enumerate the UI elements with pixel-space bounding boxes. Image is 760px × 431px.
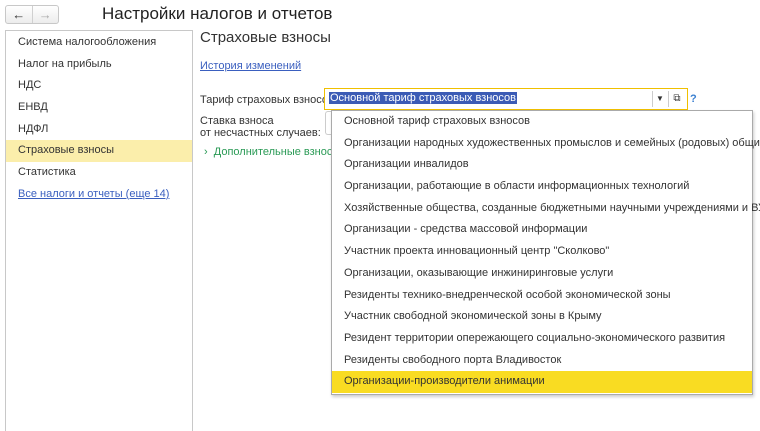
chevron-right-icon: › [204,146,214,158]
sidebar-item-vat[interactable]: НДС [6,75,192,97]
tariff-select[interactable]: Основной тариф страховых взносов ▼ ⧉ [324,88,688,110]
sidebar-item-envd[interactable]: ЕНВД [6,97,192,119]
dropdown-option[interactable]: Организации, оказывающие инжиниринговые … [332,263,752,285]
rate-label-line2: от несчастных случаев: [200,127,321,139]
open-icon[interactable]: ⧉ [668,91,685,107]
sidebar-item-insurance[interactable]: Страховые взносы [6,140,192,163]
rate-label: Ставка взноса от несчастных случаев: [200,115,321,139]
extra-contributions-toggle[interactable]: › Дополнительные взносы [204,146,340,158]
history-link[interactable]: История изменений [200,60,301,72]
forward-button[interactable]: → [31,6,59,23]
dropdown-option[interactable]: Хозяйственные общества, созданные бюджет… [332,198,760,220]
dropdown-option[interactable]: Резиденты технико-внедренческой особой э… [332,285,752,307]
dropdown-option[interactable]: Резидент территории опережающего социаль… [332,328,752,350]
dropdown-option-highlighted[interactable]: Организации-производители анимации [332,371,752,393]
dropdown-option[interactable]: Основной тариф страховых взносов [332,111,752,133]
dropdown-option[interactable]: Участник свободной экономической зоны в … [332,306,752,328]
sidebar-link-all-taxes[interactable]: Все налоги и отчеты (еще 14) [6,184,192,206]
window-title: Настройки налогов и отчетов [102,4,333,23]
dropdown-option[interactable]: Организации народных художественных пром… [332,133,760,155]
tariff-label: Тариф страховых взносов: [200,94,337,106]
sidebar: Система налогообложения Налог на прибыль… [5,30,193,431]
dropdown-option[interactable]: Организации инвалидов [332,154,752,176]
dropdown-option[interactable]: Резиденты свободного порта Владивосток [332,350,752,372]
tariff-dropdown-list: Основной тариф страховых взносов Организ… [331,110,760,395]
nav-buttons: ← → [5,5,59,24]
dropdown-arrow-icon[interactable]: ▼ [652,91,667,107]
back-button[interactable]: ← [6,6,32,23]
extra-contributions-label: Дополнительные взносы [213,146,341,158]
page-title: Страховые взносы [200,29,331,46]
sidebar-item-tax-system[interactable]: Система налогообложения [6,32,192,54]
help-icon[interactable]: ? [690,93,697,105]
tariff-select-value[interactable]: Основной тариф страховых взносов [329,92,518,104]
dropdown-option[interactable]: Организации, работающие в области информ… [332,176,752,198]
sidebar-item-profit-tax[interactable]: Налог на прибыль [6,54,192,76]
dropdown-option[interactable]: Участник проекта инновационный центр "Ск… [332,241,752,263]
rate-label-line1: Ставка взноса [200,115,274,127]
dropdown-option[interactable]: Организации - средства массовой информац… [332,219,752,241]
sidebar-item-ndfl[interactable]: НДФЛ [6,119,192,141]
sidebar-item-statistics[interactable]: Статистика [6,162,192,184]
